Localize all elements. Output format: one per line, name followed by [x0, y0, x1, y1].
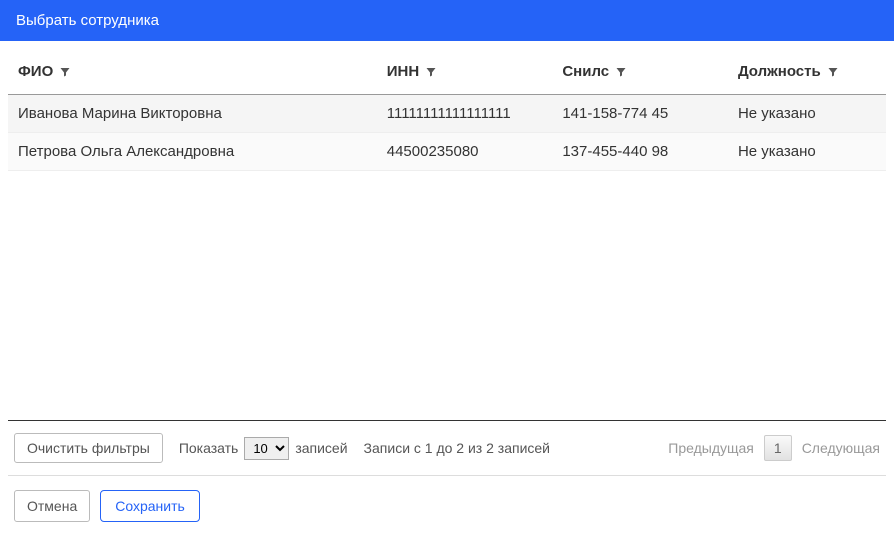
page-length-control: Показать 10 записей	[179, 437, 348, 460]
cell-fio: Петрова Ольга Александровна	[8, 133, 377, 171]
modal-title: Выбрать сотрудника	[16, 12, 159, 29]
table-footer: Очистить фильтры Показать 10 записей Зап…	[8, 420, 886, 475]
length-label-prefix: Показать	[179, 440, 239, 456]
table-row[interactable]: Иванова Марина Викторовна 11111111111111…	[8, 95, 886, 133]
cell-fio: Иванова Марина Викторовна	[8, 95, 377, 133]
cell-position: Не указано	[728, 133, 886, 171]
filter-icon[interactable]	[59, 66, 71, 78]
column-header-inn[interactable]: ИНН	[377, 49, 553, 95]
employee-table: ФИО ИНН Снилс	[8, 49, 886, 171]
dialog-footer: Отмена Сохранить	[8, 475, 886, 538]
cell-snils: 137-455-440 98	[552, 133, 728, 171]
column-header-fio[interactable]: ФИО	[8, 49, 377, 95]
column-label: ФИО	[18, 63, 53, 80]
column-label: Снилс	[562, 63, 609, 80]
column-header-position[interactable]: Должность	[728, 49, 886, 95]
prev-page-button[interactable]: Предыдущая	[668, 440, 754, 456]
filter-icon[interactable]	[615, 66, 627, 78]
cell-snils: 141-158-774 45	[552, 95, 728, 133]
content-area: ФИО ИНН Снилс	[0, 49, 894, 171]
cancel-button[interactable]: Отмена	[14, 490, 90, 522]
cell-inn: 11111111111111111	[377, 95, 553, 133]
column-label: Должность	[738, 63, 821, 80]
length-label-suffix: записей	[295, 440, 347, 456]
page-number-button[interactable]: 1	[764, 435, 792, 461]
column-header-snils[interactable]: Снилс	[552, 49, 728, 95]
cell-inn: 44500235080	[377, 133, 553, 171]
next-page-button[interactable]: Следующая	[802, 440, 880, 456]
pagination: Предыдущая 1 Следующая	[668, 435, 880, 461]
column-label: ИНН	[387, 63, 419, 80]
modal-header: Выбрать сотрудника	[0, 0, 894, 41]
filter-icon[interactable]	[425, 66, 437, 78]
cell-position: Не указано	[728, 95, 886, 133]
records-info: Записи с 1 до 2 из 2 записей	[364, 440, 550, 456]
filter-icon[interactable]	[827, 66, 839, 78]
save-button[interactable]: Сохранить	[100, 490, 200, 522]
clear-filters-button[interactable]: Очистить фильтры	[14, 433, 163, 463]
page-length-select[interactable]: 10	[244, 437, 289, 460]
table-row[interactable]: Петрова Ольга Александровна 44500235080 …	[8, 133, 886, 171]
